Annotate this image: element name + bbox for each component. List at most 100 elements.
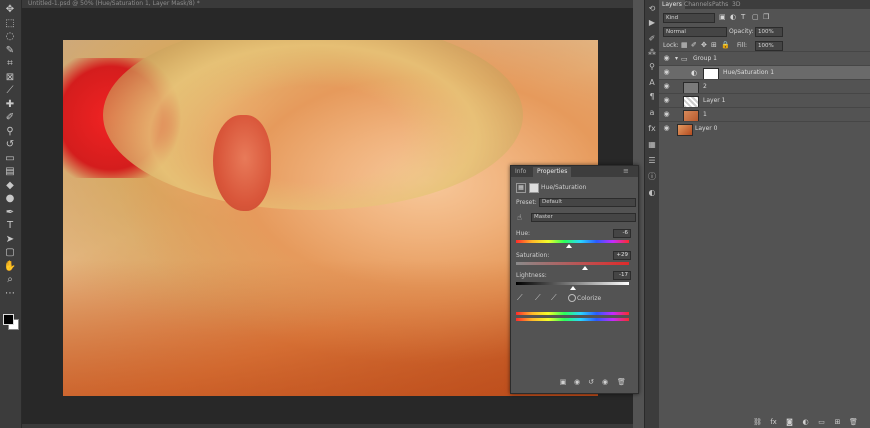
filter-smart-object-icon[interactable]: ❒ <box>763 13 769 21</box>
history-icon[interactable]: ⟲ <box>647 4 657 14</box>
tab-info[interactable]: Info <box>511 167 530 177</box>
new-adjustment-icon[interactable]: ◐ <box>801 418 810 427</box>
view-previous-icon[interactable]: ◉ <box>573 378 581 386</box>
lock-image-icon[interactable]: ✐ <box>691 41 697 49</box>
layer-name[interactable]: 2 <box>703 82 707 92</box>
libraries-icon[interactable]: ☰ <box>647 156 657 166</box>
layer-name[interactable]: Group 1 <box>693 54 717 64</box>
layer-row-layer-1[interactable]: ◉ Layer 1 <box>659 93 870 108</box>
new-group-icon[interactable]: ▭ <box>817 418 826 427</box>
new-layer-icon[interactable]: ⊞ <box>833 418 842 427</box>
colorize-checkbox[interactable] <box>568 294 576 302</box>
blur-tool-icon[interactable]: ◆ <box>3 180 17 192</box>
fill-field[interactable]: 100% <box>755 41 783 51</box>
type-tool-icon[interactable]: T <box>3 220 17 232</box>
actions-icon[interactable]: ▶ <box>647 18 657 28</box>
adjustments-icon[interactable]: ◐ <box>647 188 657 198</box>
marquee-tool-icon[interactable]: ⬚ <box>3 18 17 30</box>
lock-artboard-icon[interactable]: ⊞ <box>711 41 717 49</box>
styles-icon[interactable]: fx <box>647 124 657 134</box>
preset-dropdown[interactable]: Default <box>539 198 636 207</box>
tab-3d[interactable]: 3D <box>729 0 743 9</box>
reset-icon[interactable]: ↺ <box>587 378 595 386</box>
opacity-field[interactable]: 100% <box>755 27 783 37</box>
crop-tool-icon[interactable]: ⌗ <box>3 58 17 70</box>
visibility-eye-icon[interactable]: ◉ <box>662 110 671 119</box>
clone-stamp-tool-icon[interactable]: ⚲ <box>3 126 17 138</box>
layer-row-1[interactable]: ◉ 1 <box>659 107 870 122</box>
eyedropper-tool-icon[interactable]: ⟋ <box>3 85 17 97</box>
tab-paths[interactable]: Paths <box>709 0 731 9</box>
lightness-slider-track[interactable] <box>516 282 629 285</box>
lock-position-icon[interactable]: ✥ <box>701 41 707 49</box>
frame-tool-icon[interactable]: ⊠ <box>3 72 17 84</box>
glyphs-icon[interactable]: a <box>647 108 657 118</box>
visibility-eye-icon[interactable]: ◉ <box>662 96 671 105</box>
layer-name[interactable]: Layer 1 <box>703 96 725 106</box>
delete-adjustment-icon[interactable]: 🗑 <box>617 378 626 386</box>
history-brush-tool-icon[interactable]: ↺ <box>3 139 17 151</box>
pen-tool-icon[interactable]: ✒ <box>3 207 17 219</box>
layer-row-hue-saturation[interactable]: ◉ ◐ Hue/Saturation 1 <box>659 65 870 80</box>
visibility-eye-icon[interactable]: ◉ <box>662 54 671 63</box>
layer-name[interactable]: Hue/Saturation 1 <box>723 68 774 78</box>
visibility-icon[interactable]: ◉ <box>601 378 609 386</box>
path-select-tool-icon[interactable]: ➤ <box>3 234 17 246</box>
lightness-slider-thumb[interactable] <box>569 286 576 290</box>
filter-type-icon[interactable]: T <box>741 13 745 21</box>
link-layers-icon[interactable]: ⛓ <box>753 418 762 427</box>
character-icon[interactable]: A <box>647 78 657 88</box>
layer-row-group[interactable]: ◉ ▾ ▭ Group 1 <box>659 51 870 66</box>
blend-mode-dropdown[interactable]: Normal <box>663 27 727 37</box>
move-tool-icon[interactable]: ✥ <box>3 4 17 16</box>
mask-icon[interactable] <box>529 183 539 193</box>
eyedropper-icon[interactable]: ⟋ <box>517 293 523 303</box>
paragraph-icon[interactable]: ¶ <box>647 92 657 102</box>
shape-tool-icon[interactable]: ▢ <box>3 247 17 259</box>
lock-all-icon[interactable]: 🔒 <box>721 41 730 49</box>
brush-settings-icon[interactable]: ✐ <box>647 34 657 44</box>
layer-name[interactable]: Layer 0 <box>695 124 717 134</box>
brush-tool-icon[interactable]: ✐ <box>3 112 17 124</box>
add-mask-icon[interactable]: ◙ <box>785 418 794 427</box>
swatches-icon[interactable]: ▦ <box>647 140 657 150</box>
group-expand-icon[interactable]: ▾ <box>675 54 678 64</box>
channel-dropdown[interactable]: Master <box>531 213 636 222</box>
hue-value[interactable]: -6 <box>613 229 631 238</box>
filter-kind-dropdown[interactable]: Kind <box>663 13 715 23</box>
eyedropper-plus-icon[interactable]: ⟋ <box>535 293 541 303</box>
zoom-tool-icon[interactable]: ⌕ <box>3 274 17 286</box>
foreground-color-swatch[interactable] <box>3 314 14 325</box>
tab-properties[interactable]: Properties <box>533 167 572 177</box>
layer-name[interactable]: 1 <box>703 110 707 120</box>
dodge-tool-icon[interactable]: ● <box>3 193 17 205</box>
eyedropper-minus-icon[interactable]: ⟋ <box>551 293 557 303</box>
visibility-eye-icon[interactable]: ◉ <box>662 68 671 77</box>
hue-slider-track[interactable] <box>516 240 629 243</box>
layer-style-icon[interactable]: fx <box>769 418 778 427</box>
more-tools-icon[interactable]: ⋯ <box>3 288 17 300</box>
lock-transparent-icon[interactable]: ▦ <box>681 41 688 49</box>
lightness-value[interactable]: -17 <box>613 271 631 280</box>
brushes-icon[interactable]: ⁂ <box>647 48 657 58</box>
healing-brush-tool-icon[interactable]: ✚ <box>3 99 17 111</box>
visibility-eye-icon[interactable]: ◉ <box>662 82 671 91</box>
visibility-eye-icon[interactable]: ◉ <box>662 124 671 133</box>
panel-menu-icon[interactable]: ≡ <box>623 167 629 175</box>
hue-slider-thumb[interactable] <box>566 244 573 248</box>
saturation-slider-thumb[interactable] <box>581 266 588 270</box>
layer-row-layer-0[interactable]: ◉ Layer 0 <box>659 121 870 136</box>
eraser-tool-icon[interactable]: ▭ <box>3 153 17 165</box>
filter-shape-icon[interactable]: ▢ <box>752 13 759 21</box>
lasso-tool-icon[interactable]: ◌ <box>3 31 17 43</box>
filter-pixel-icon[interactable]: ▣ <box>719 13 726 21</box>
gradient-tool-icon[interactable]: ▤ <box>3 166 17 178</box>
quick-select-tool-icon[interactable]: ✎ <box>3 45 17 57</box>
saturation-value[interactable]: +29 <box>613 251 631 260</box>
on-image-adjust-icon[interactable]: ☝ <box>517 213 522 222</box>
saturation-slider-track[interactable] <box>516 262 629 265</box>
clip-to-layer-icon[interactable]: ▣ <box>559 378 567 386</box>
delete-layer-icon[interactable]: 🗑 <box>849 418 858 427</box>
clone-source-icon[interactable]: ⚲ <box>647 62 657 72</box>
layer-row-2[interactable]: ◉ 2 <box>659 79 870 94</box>
